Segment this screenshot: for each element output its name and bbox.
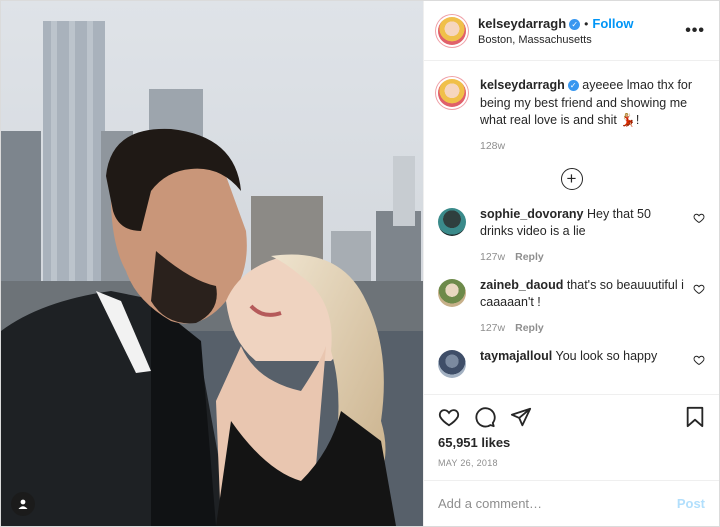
bookmark-icon[interactable] xyxy=(685,406,705,428)
commenter-username[interactable]: taymajalloul xyxy=(480,349,552,363)
reply-button[interactable]: Reply xyxy=(515,322,544,334)
post-comment-button[interactable]: Post xyxy=(677,496,705,511)
comment-like-icon[interactable] xyxy=(693,212,705,224)
more-icon[interactable]: ••• xyxy=(685,22,705,40)
verified-icon: ✓ xyxy=(569,18,581,30)
comment-item: sophie_dovorany Hey that 50 drinks video… xyxy=(438,206,705,263)
caption-meta: 128w xyxy=(480,140,705,152)
caption-avatar[interactable] xyxy=(438,79,466,107)
post-header: kelseydarragh ✓ • Follow Boston, Massachuse… xyxy=(424,1,719,61)
post-location[interactable]: Boston, Massachusetts xyxy=(478,34,634,48)
separator-dot: • xyxy=(584,16,589,31)
comment-item: taymajalloul You look so happy xyxy=(438,348,705,378)
comment-item: zaineb_daoud that's so beauuutiful i caa… xyxy=(438,277,705,334)
commenter-username[interactable]: sophie_dovorany xyxy=(480,207,584,221)
commenter-avatar[interactable] xyxy=(438,207,466,236)
add-comment-bar: Post xyxy=(424,480,719,526)
post-photo-image xyxy=(1,1,423,526)
comment-like-icon[interactable] xyxy=(693,283,705,295)
follow-button[interactable]: Follow xyxy=(592,16,633,31)
comment-age: 127w xyxy=(480,250,506,263)
load-more-comments: + xyxy=(438,167,705,190)
share-icon[interactable] xyxy=(510,406,532,428)
likes-count[interactable]: 65,951 likes xyxy=(438,435,705,450)
instagram-post-modal: kelseydarragh ✓ • Follow Boston, Massachuse… xyxy=(0,0,720,527)
caption-username[interactable]: kelseydarragh xyxy=(480,78,565,92)
caption-age: 128w xyxy=(480,139,506,152)
add-comment-input[interactable] xyxy=(438,496,677,511)
post-side-panel: kelseydarragh ✓ • Follow Boston, Massachuse… xyxy=(423,1,719,526)
comment-age: 127w xyxy=(480,321,506,334)
action-icons xyxy=(438,403,705,431)
comments-section[interactable]: kelseydarragh ✓ ayeeee lmao thx for being… xyxy=(424,61,719,394)
reply-button[interactable]: Reply xyxy=(515,251,544,263)
comment-text-block: zaineb_daoud that's so beauuutiful i caa… xyxy=(480,277,685,312)
author-info: kelseydarragh ✓ • Follow Boston, Massachuse… xyxy=(478,14,634,48)
caption: kelseydarragh ✓ ayeeee lmao thx for being… xyxy=(438,77,705,130)
commenter-username[interactable]: zaineb_daoud xyxy=(480,278,563,292)
post-actions: 65,951 likes MAY 26, 2018 xyxy=(424,394,719,468)
caption-text-block: kelseydarragh ✓ ayeeee lmao thx for being… xyxy=(480,77,705,130)
author-username[interactable]: kelseydarragh xyxy=(478,16,566,31)
comment-text-block: taymajalloul You look so happy xyxy=(480,348,685,366)
comment-meta: 127w Reply xyxy=(480,251,705,263)
post-photo[interactable] xyxy=(1,1,423,526)
commenter-avatar[interactable] xyxy=(438,349,466,378)
comment-like-icon[interactable] xyxy=(693,354,705,366)
comment-icon[interactable] xyxy=(474,406,496,428)
post-date[interactable]: MAY 26, 2018 xyxy=(438,458,705,468)
comment-meta: 127w Reply xyxy=(480,322,705,334)
commenter-avatar[interactable] xyxy=(438,278,466,307)
author-avatar[interactable] xyxy=(438,16,466,45)
comment-text: You look so happy xyxy=(555,348,658,363)
user-tag-glyph xyxy=(18,499,28,509)
verified-icon: ✓ xyxy=(567,80,579,91)
add-circle-icon[interactable]: + xyxy=(560,167,583,190)
heart-icon[interactable] xyxy=(438,406,460,428)
comment-text-block: sophie_dovorany Hey that 50 drinks video… xyxy=(480,206,685,241)
user-tag-icon[interactable] xyxy=(11,492,35,516)
